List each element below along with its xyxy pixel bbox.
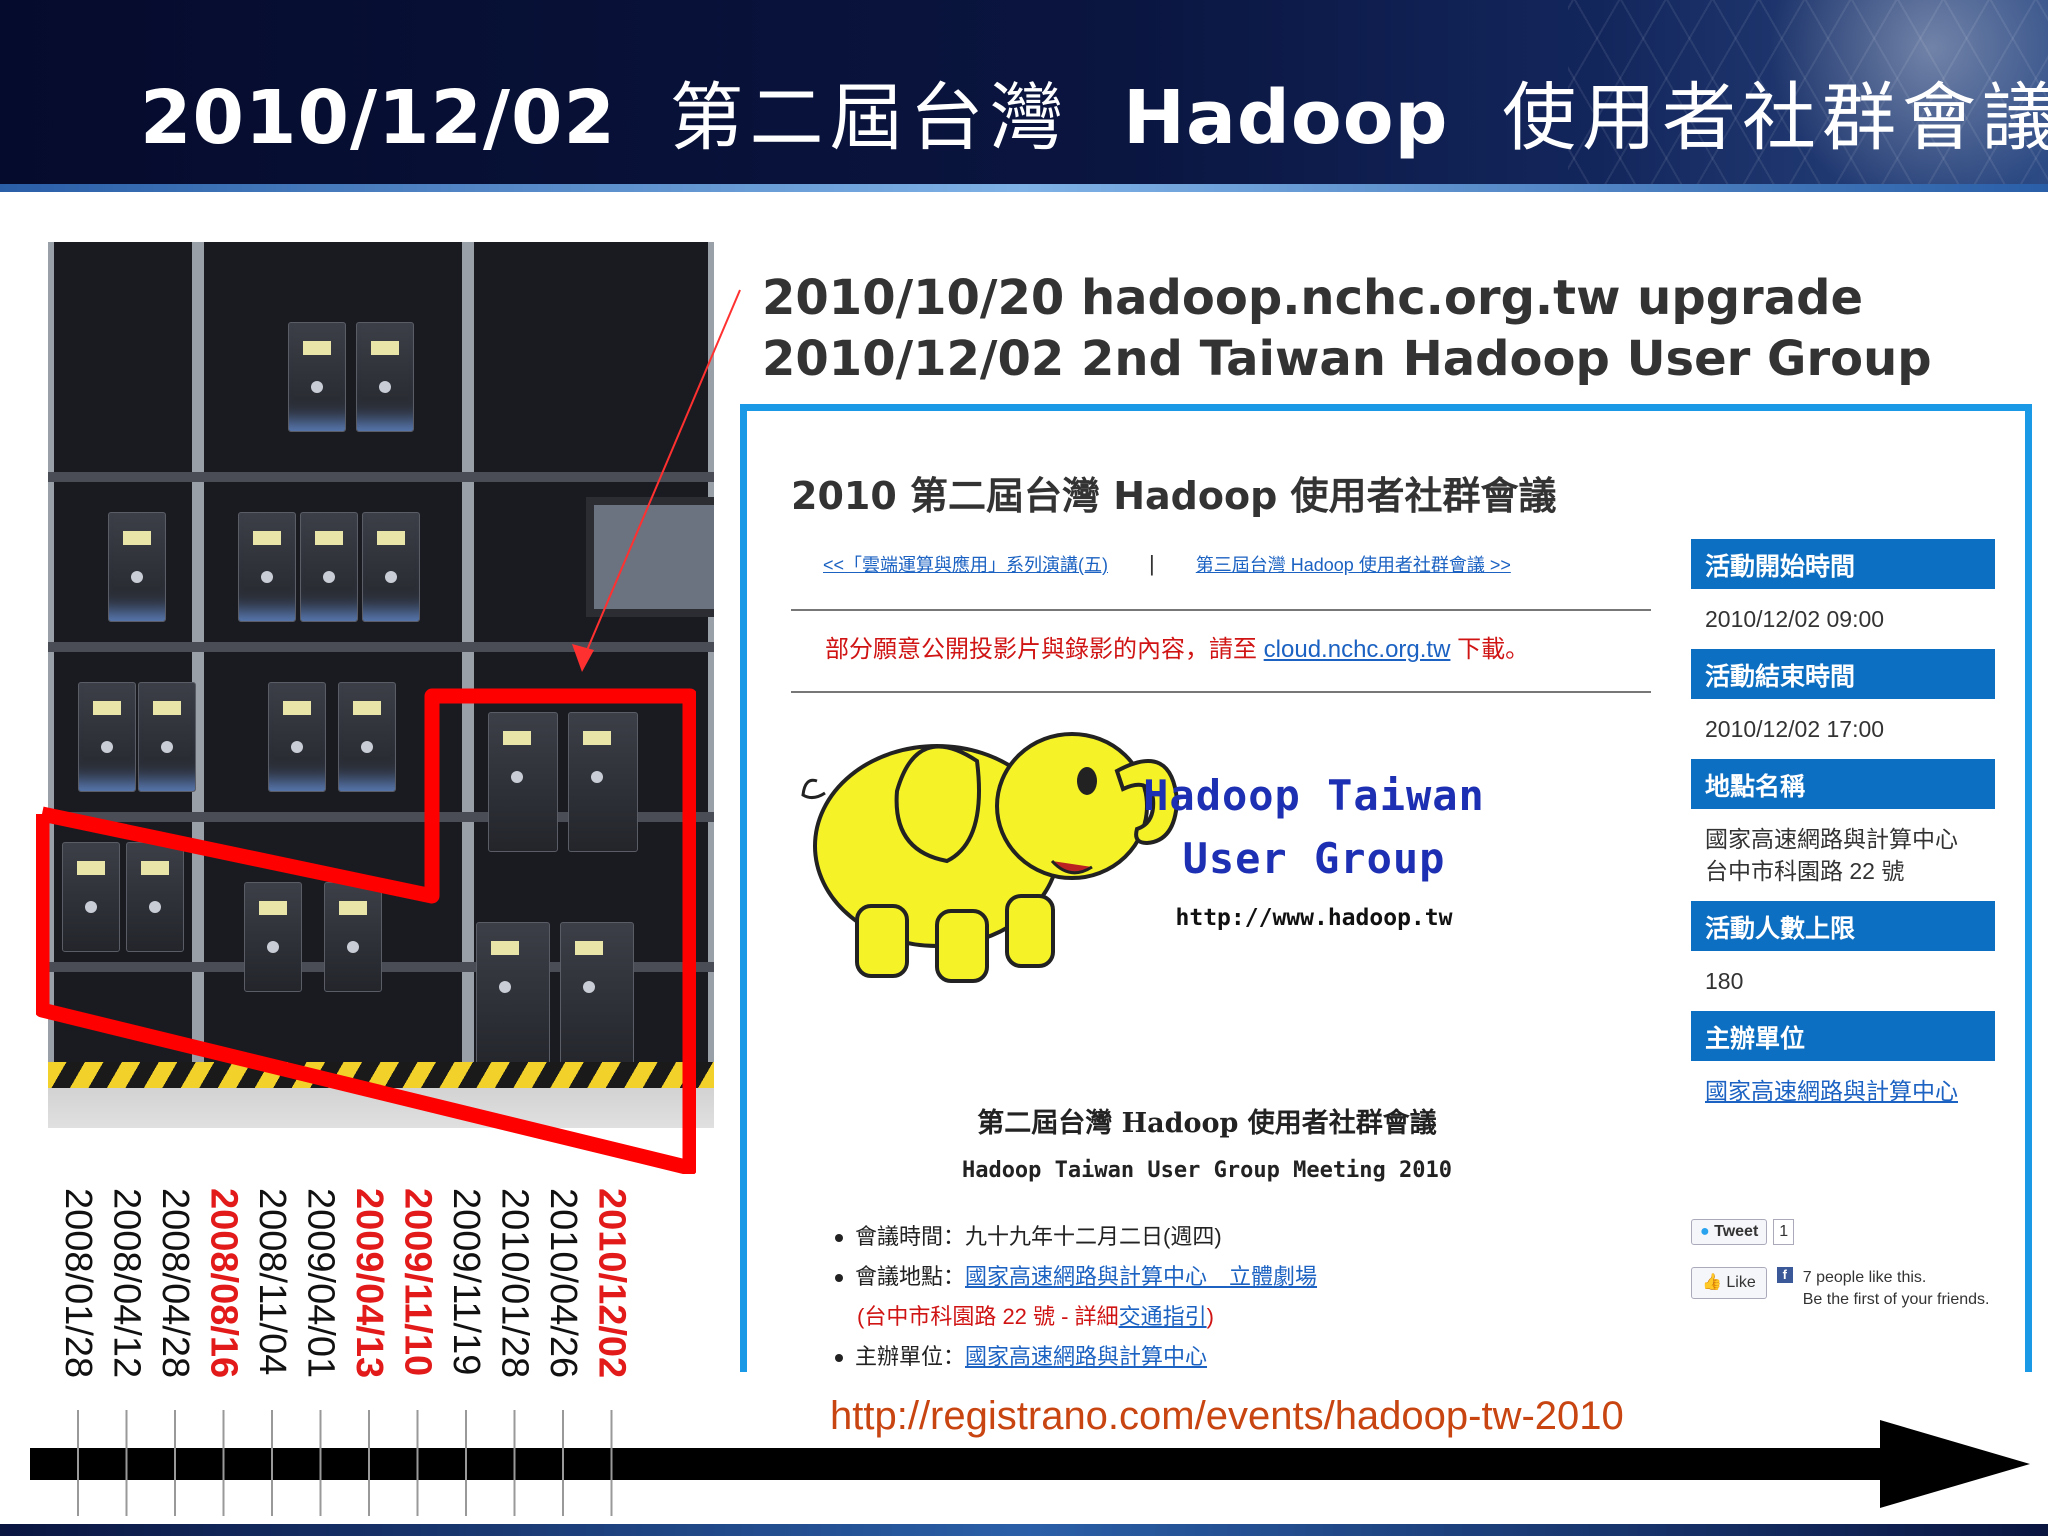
pointer-line <box>572 289 741 672</box>
timeline-date: 2009/11/19 <box>445 1188 487 1376</box>
facebook-icon: f <box>1776 1267 1793 1283</box>
like-count-text: 7 people like this. <box>1802 1269 1927 1286</box>
logo-url: http://www.hadoop.tw <box>1175 905 1453 931</box>
venue-address: 台中市科園路 22 號 <box>1705 858 1905 884</box>
start-time-value: 2010/12/02 09:00 <box>1705 606 1885 632</box>
timeline-ticks <box>77 1410 613 1516</box>
sidebar-heading-venue: 地點名稱 <box>1691 759 1995 809</box>
tweet-button[interactable]: ● Tweet <box>1691 1219 1768 1245</box>
upgrade-line-1: 2010/10/20 hadoop.nchc.org.tw upgrade <box>762 270 1864 326</box>
timeline-date: 2009/04/13 <box>348 1188 390 1379</box>
title-date: 2010/12/02 <box>140 75 616 161</box>
host-link[interactable]: 國家高速網路與計算中心 <box>965 1344 1207 1369</box>
timeline-date: 2010/04/26 <box>542 1188 584 1379</box>
venue-name: 國家高速網路與計算中心 <box>1705 826 1958 852</box>
cloud-download-link[interactable]: cloud.nchc.org.tw <box>1264 636 1451 663</box>
event-sidebar: 活動開始時間 2010/12/02 09:00 活動結束時間 2010/12/0… <box>1691 539 1995 1121</box>
bird-icon: ● <box>1700 1223 1710 1240</box>
logo-line-2: User Group <box>1182 834 1446 883</box>
server-pc <box>108 512 166 622</box>
timeline-date: 2008/11/04 <box>251 1188 293 1376</box>
timeline-date: 2008/01/28 <box>57 1188 99 1379</box>
title-hadoop: Hadoop <box>1123 75 1449 161</box>
website-screenshot: 2010 第二屆台灣 Hadoop 使用者社群會議 <<「雲端運算與應用」系列演… <box>740 404 2032 1372</box>
title-zh-part2: 使用者社群會議 <box>1502 75 2048 161</box>
slide-header: 2010/12/02 第二屆台灣 Hadoop 使用者社群會議 <box>0 0 2048 192</box>
time-value: 九十九年十二月二日(週四) <box>965 1224 1222 1249</box>
tweet-count: 1 <box>1773 1219 1795 1245</box>
notice-prefix: 部分願意公開投影片與錄影的內容，請至 <box>825 636 1264 663</box>
timeline-date: 2008/04/12 <box>105 1188 148 1379</box>
like-button[interactable]: 👍 Like <box>1691 1267 1767 1299</box>
highlight-outline <box>36 688 696 1174</box>
facebook-like: 👍 Like f 7 people like this. Be the firs… <box>1691 1267 2011 1311</box>
notice-suffix: 下載。 <box>1450 636 1530 663</box>
venue-value: 國家高速網路與計算中心 台中市科園路 22 號 <box>1691 809 1995 901</box>
event-page-title: 2010 第二屆台灣 Hadoop 使用者社群會議 <box>791 474 1557 518</box>
venue-link[interactable]: 國家高速網路與計算中心 立體劇場 <box>965 1264 1317 1289</box>
slide-title: 2010/12/02 第二屆台灣 Hadoop 使用者社群會議 <box>140 58 2048 165</box>
place-label: 會議地點： <box>855 1264 966 1289</box>
server-pc <box>356 322 414 432</box>
timeline-date: 2009/11/10 <box>396 1188 439 1377</box>
bullet-icon <box>835 1354 843 1363</box>
server-pc <box>300 512 358 622</box>
meeting-title-zh: 第二屆台灣 Hadoop 使用者社群會議 <box>977 1108 1437 1139</box>
thumbs-up-icon: 👍 <box>1702 1274 1722 1291</box>
bullet-icon <box>835 1274 843 1283</box>
timeline-date: 2008/04/28 <box>154 1188 196 1379</box>
bullet-icon <box>835 1234 843 1243</box>
upgrade-line-2: 2010/12/02 2nd Taiwan Hadoop User Group <box>762 331 1932 387</box>
divider <box>791 609 1651 611</box>
timeline-date: 2009/04/01 <box>299 1188 342 1379</box>
organizer-value: 國家高速網路與計算中心 <box>1691 1061 1995 1121</box>
timeline-date: 2010/01/28 <box>493 1188 536 1379</box>
server-pc <box>362 512 420 622</box>
server-pc <box>288 322 346 432</box>
sidebar-heading-capacity: 活動人數上限 <box>1691 901 1995 951</box>
list-item: (台中市科園路 22 號 - 詳細交通指引) <box>835 1297 1317 1337</box>
like-friends-text: Be the first of your friends. <box>1802 1291 1990 1308</box>
upgrade-text: 2010/10/20 hadoop.nchc.org.tw upgrade 20… <box>762 268 1932 390</box>
directions-link[interactable]: 交通指引 <box>1119 1304 1207 1329</box>
download-notice: 部分願意公開投影片與錄影的內容，請至 cloud.nchc.org.tw 下載。 <box>825 629 1529 664</box>
sidebar-heading-organizer: 主辦單位 <box>1691 1011 1995 1061</box>
list-item: 會議地點：國家高速網路與計算中心 立體劇場 <box>835 1257 1317 1297</box>
title-zh-part1: 第二屆台灣 <box>669 75 1070 161</box>
end-time-value: 2010/12/02 17:00 <box>1705 716 1885 742</box>
logo-text: Hadoop Taiwan User Group http://www.hado… <box>1139 771 1489 931</box>
footer-stripe <box>0 1524 2048 1536</box>
time-label: 會議時間： <box>855 1224 966 1249</box>
nav-separator: | <box>1149 551 1155 576</box>
next-event-link[interactable]: 第三屆台灣 Hadoop 使用者社群會議 >> <box>1196 555 1511 575</box>
host-label: 主辦單位： <box>855 1344 966 1369</box>
sidebar-heading-start: 活動開始時間 <box>1691 539 1995 589</box>
header-stripe <box>0 184 2048 192</box>
meeting-title-en: Hadoop Taiwan User Group Meeting 2010 <box>961 1158 1453 1183</box>
like-text: 7 people like this. Be the first of your… <box>1803 1267 1990 1311</box>
logo-line-1: Hadoop Taiwan <box>1143 771 1485 820</box>
prev-event-link[interactable]: <<「雲端運算與應用」系列演講(五) <box>823 555 1108 575</box>
server-pc <box>238 512 296 622</box>
address-suffix: ) <box>1206 1304 1214 1329</box>
list-item: 會議時間：九十九年十二月二日(週四) <box>835 1217 1317 1257</box>
event-nav: <<「雲端運算與應用」系列演講(五) | 第三屆台灣 Hadoop 使用者社群會… <box>823 551 1511 577</box>
divider <box>791 691 1651 693</box>
timeline-date: 2010/12/02 <box>590 1188 633 1379</box>
meeting-heading: 第二屆台灣 Hadoop 使用者社群會議 Hadoop Taiwan User … <box>887 1101 1527 1183</box>
address-prefix: (台中市科園路 22 號 - 詳細 <box>857 1304 1119 1329</box>
sidebar-heading-end: 活動結束時間 <box>1691 649 1995 699</box>
organizer-link[interactable]: 國家高速網路與計算中心 <box>1705 1078 1958 1104</box>
timeline-date: 2008/08/16 <box>202 1188 245 1379</box>
meeting-details: 會議時間：九十九年十二月二日(週四) 會議地點：國家高速網路與計算中心 立體劇場… <box>835 1217 1317 1372</box>
list-item: 主辦單位：國家高速網路與計算中心 <box>835 1337 1317 1372</box>
social-buttons: ● Tweet 1 👍 Like f 7 people like this. Be… <box>1691 1219 2011 1311</box>
capacity-value: 180 <box>1705 968 1744 994</box>
tweet-label: Tweet <box>1714 1223 1759 1240</box>
like-label: Like <box>1726 1274 1756 1291</box>
